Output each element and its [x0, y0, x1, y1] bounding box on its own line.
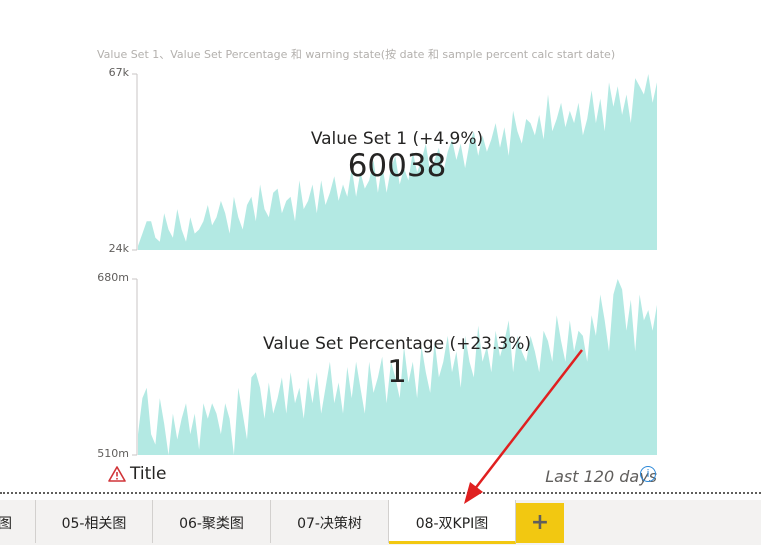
kpi1-y-min-label: 24k	[108, 242, 129, 255]
warning-triangle-icon	[108, 466, 126, 482]
kpi1-label: Value Set 1 (+4.9%)	[310, 129, 484, 149]
page-tab-bar: 图 05-相关图 06-聚类图 07-决策树 08-双KPI图 +	[0, 500, 761, 545]
kpi2-value: 1	[387, 354, 407, 390]
page-divider	[0, 492, 761, 494]
kpi2-y-min-label: 510m	[97, 447, 129, 460]
tab-correlation[interactable]: 05-相关图	[36, 500, 153, 543]
kpi2-label: Value Set Percentage (+23.3%)	[263, 334, 531, 354]
warning-title: Title	[130, 464, 167, 484]
tab-dual-kpi[interactable]: 08-双KPI图	[389, 500, 516, 544]
info-circle-icon[interactable]: i	[640, 466, 656, 482]
warning-state: Title	[108, 464, 166, 484]
tab-decision-tree[interactable]: 07-决策树	[271, 500, 389, 543]
chart-title: Value Set 1、Value Set Percentage 和 warni…	[97, 48, 616, 61]
tab-partial[interactable]: 图	[0, 500, 36, 543]
kpi1-value: 60038	[347, 148, 447, 184]
kpi2-y-max-label: 680m	[97, 271, 129, 284]
tab-cluster[interactable]: 06-聚类图	[153, 500, 271, 543]
kpi1-y-max-label: 67k	[108, 66, 129, 79]
plus-icon[interactable]: +	[516, 503, 564, 543]
